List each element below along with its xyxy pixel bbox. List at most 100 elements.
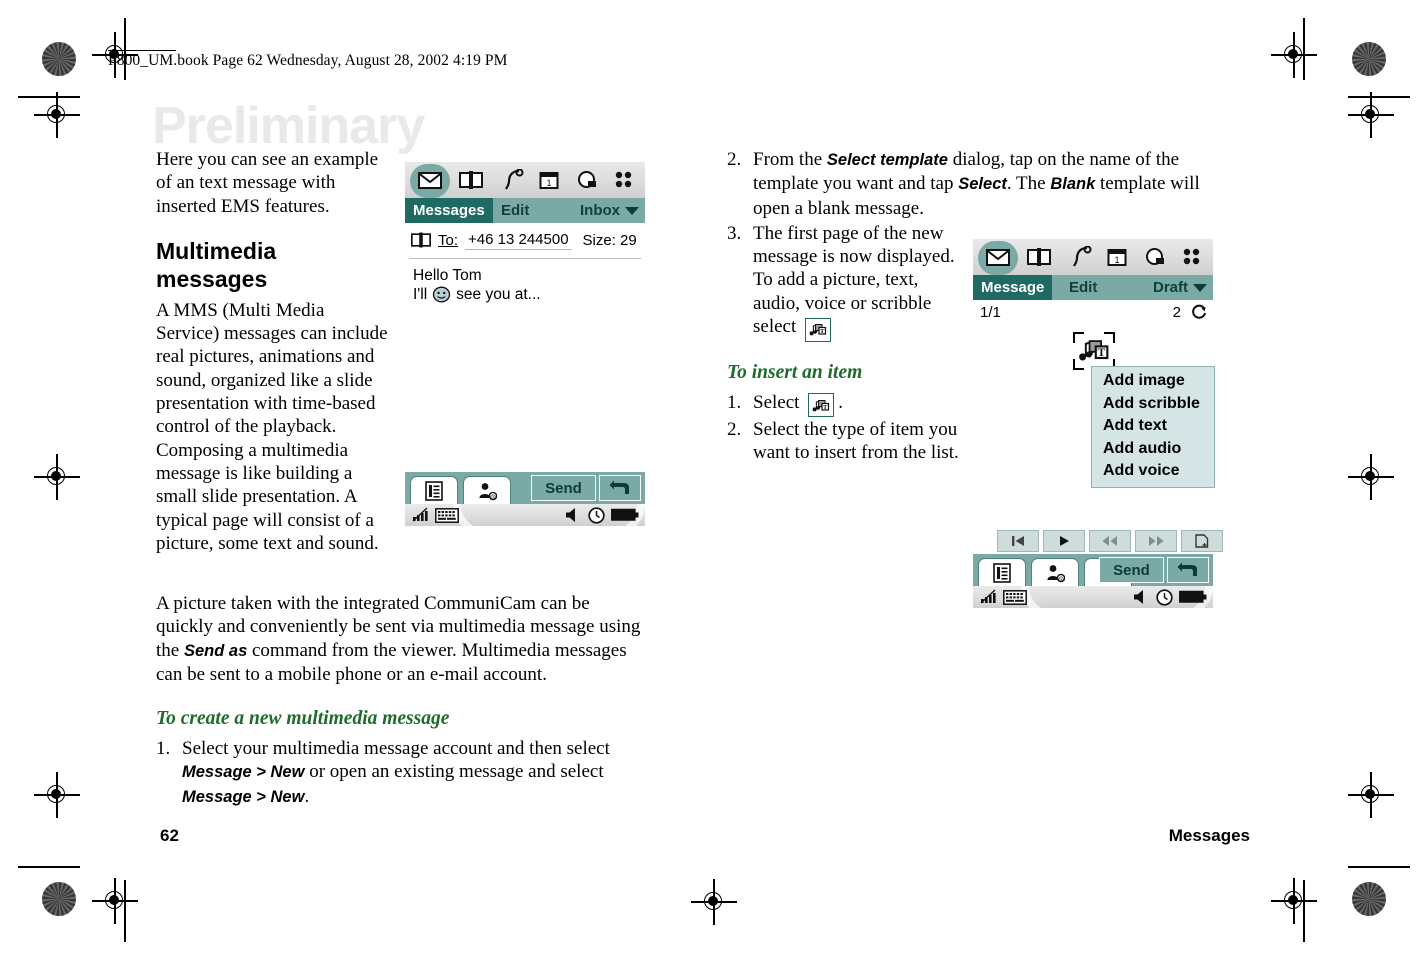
page-indicator: 1/1 xyxy=(980,304,1001,321)
phone-screenshot-mms-toolbar: @ Send xyxy=(973,530,1223,608)
contacts-icon[interactable] xyxy=(458,167,484,193)
intro-paragraph: Here you can see an example of an text m… xyxy=(156,149,379,217)
envelope-icon[interactable] xyxy=(417,167,443,193)
step1-part3: . xyxy=(304,785,310,807)
phone-icon[interactable] xyxy=(1069,244,1095,270)
phone-icon[interactable] xyxy=(501,167,527,193)
registration-target xyxy=(1348,772,1394,818)
rosette-mark xyxy=(42,882,76,916)
step3-text: The first page of the new message is now… xyxy=(753,222,955,338)
list-item: 1. Select T . xyxy=(727,391,967,418)
skip-start-icon[interactable] xyxy=(997,530,1039,552)
menu-item-add-image[interactable]: Add image xyxy=(1092,370,1214,393)
svg-text:@: @ xyxy=(490,494,496,500)
menu-item-add-scribble[interactable]: Add scribble xyxy=(1092,393,1214,416)
folder-label: Draft xyxy=(1152,279,1188,296)
message-line-1: Hello Tom xyxy=(413,267,482,284)
menu-item-add-voice[interactable]: Add voice xyxy=(1092,460,1214,483)
tab-edit[interactable]: Edit xyxy=(501,198,529,223)
step1-part1: Select your multimedia message account a… xyxy=(182,738,610,760)
menu-item-add-text[interactable]: Add text xyxy=(1092,415,1214,438)
select-template-label: Select template xyxy=(826,151,948,169)
tab-recipients[interactable]: @ xyxy=(463,476,511,504)
tab-edit[interactable]: Edit xyxy=(1069,275,1097,300)
calendar-icon[interactable]: 1 xyxy=(536,167,562,193)
tab-message-view[interactable] xyxy=(410,476,458,504)
search-icon[interactable] xyxy=(1143,244,1169,270)
rosette-mark xyxy=(1352,42,1386,76)
registration-target xyxy=(1348,454,1394,500)
title-bar: Message Edit Draft xyxy=(973,275,1213,300)
status-bar xyxy=(973,586,1213,608)
rosette-mark xyxy=(42,42,76,76)
volume-icon[interactable] xyxy=(565,507,581,523)
back-button[interactable] xyxy=(1167,557,1209,583)
selected-insert-placeholder[interactable]: T xyxy=(1073,332,1115,370)
contacts-book-icon[interactable] xyxy=(411,232,431,248)
new-page-icon[interactable] xyxy=(1181,530,1223,552)
envelope-icon[interactable] xyxy=(985,244,1011,270)
message-line-2-prefix: I'll xyxy=(413,286,428,303)
right-steps-list-3: 3. The first page of the new message is n… xyxy=(727,222,959,342)
step-number: 3. xyxy=(727,222,742,244)
insert-item-menu[interactable]: Add image Add scribble Add text Add audi… xyxy=(1091,366,1215,488)
list-item: 3. The first page of the new message is n… xyxy=(727,222,959,342)
duration-icon xyxy=(1191,304,1207,320)
book-header: P800_UM.book Page 62 Wednesday, August 2… xyxy=(108,52,508,69)
message-new-command-1: Message > New xyxy=(182,763,305,782)
back-button[interactable] xyxy=(599,475,641,501)
insert-item-icon[interactable]: T xyxy=(805,317,832,342)
svg-text:@: @ xyxy=(1058,576,1064,582)
recipient-row: To: +46 13 244500 Size: 29 xyxy=(405,223,645,254)
insert-item-icon: T xyxy=(1078,336,1110,364)
svg-text:T: T xyxy=(823,404,828,411)
menu-item-add-audio[interactable]: Add audio xyxy=(1092,438,1214,461)
insert-step1-tail: . xyxy=(838,391,843,413)
registration-target xyxy=(92,878,138,924)
tab-recipients[interactable]: @ xyxy=(1031,558,1079,586)
battery-icon xyxy=(1179,590,1207,604)
volume-icon[interactable] xyxy=(1133,589,1149,605)
step1-part2: or open an existing message and select xyxy=(304,761,604,783)
signal-strength-icon xyxy=(979,589,999,605)
media-controls xyxy=(997,530,1223,552)
send-button[interactable]: Send xyxy=(1099,557,1164,583)
list-item: 1. Select your multimedia message account… xyxy=(156,737,651,809)
folder-selector[interactable]: Inbox xyxy=(580,198,639,223)
tab-message-view[interactable] xyxy=(978,558,1026,586)
keyboard-icon[interactable] xyxy=(435,507,459,523)
step2-part1: From the xyxy=(753,149,827,170)
keyboard-icon[interactable] xyxy=(1003,589,1027,605)
page-info-row: 1/1 2 xyxy=(973,300,1213,326)
tab-messages[interactable]: Messages xyxy=(405,198,493,223)
registration-target xyxy=(1348,92,1394,138)
play-icon[interactable] xyxy=(1043,530,1085,552)
select-label: Select xyxy=(958,175,1007,194)
page-number: 62 xyxy=(160,826,179,845)
message-new-command-2: Message > New xyxy=(182,787,305,806)
phone-screenshot-sms: 1 Messages Edit Inbox To: +46 13 244500 … xyxy=(405,162,645,534)
rewind-icon[interactable] xyxy=(1089,530,1131,552)
step-number: 1. xyxy=(156,738,171,760)
fast-forward-icon[interactable] xyxy=(1135,530,1177,552)
app-icon-bar: 1 xyxy=(973,239,1213,275)
contacts-icon[interactable] xyxy=(1026,244,1052,270)
clock-icon[interactable] xyxy=(588,506,605,524)
search-icon[interactable] xyxy=(575,167,601,193)
size-label: Size: 29 xyxy=(582,231,637,249)
insert-item-icon[interactable]: T xyxy=(808,393,835,418)
tab-message[interactable]: Message xyxy=(973,275,1053,300)
folder-selector[interactable]: Draft xyxy=(1153,275,1207,300)
soft-key-bar: @ Send xyxy=(973,554,1213,586)
clock-icon[interactable] xyxy=(1156,588,1173,606)
send-button[interactable]: Send xyxy=(531,475,596,501)
to-input[interactable]: +46 13 244500 xyxy=(465,231,572,250)
apps-icon[interactable] xyxy=(611,167,637,193)
calendar-icon[interactable]: 1 xyxy=(1104,244,1130,270)
blank-label: Blank xyxy=(1050,175,1096,194)
left-column: Here you can see an example of an text m… xyxy=(156,148,388,555)
phone-screenshot-mms: 1 Message Edit Draft 1/1 2 T Add image A… xyxy=(973,239,1215,489)
svg-text:T: T xyxy=(820,328,825,335)
message-body[interactable]: Hello Tom I'll see you at... xyxy=(405,259,645,311)
apps-icon[interactable] xyxy=(1179,244,1205,270)
